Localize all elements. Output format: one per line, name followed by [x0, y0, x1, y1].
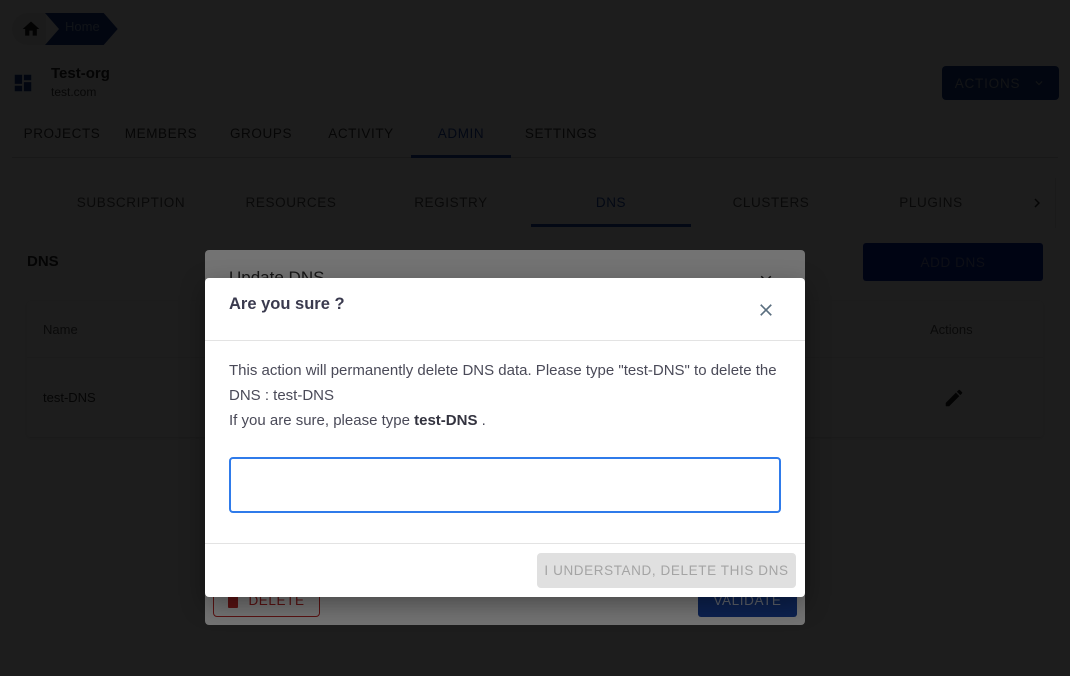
confirm-name: test-DNS: [414, 412, 478, 429]
dialog-message: This action will permanently delete DNS …: [229, 358, 781, 433]
dialog-header: Are you sure ?: [205, 278, 805, 341]
confirm-delete-dialog: Are you sure ? This action will permanen…: [205, 278, 805, 597]
dialog-title: Are you sure ?: [229, 295, 345, 313]
dialog-message-warning: This action will permanently delete DNS …: [229, 362, 777, 404]
instruction-prefix: If you are sure, please type: [229, 412, 415, 429]
dialog-body: This action will permanently delete DNS …: [205, 341, 805, 544]
close-icon[interactable]: [756, 300, 776, 320]
instruction-suffix: .: [477, 412, 486, 429]
confirm-delete-button[interactable]: I UNDERSTAND, DELETE THIS DNS: [537, 553, 796, 588]
dialog-message-instruction: If you are sure, please type test-DNS .: [229, 408, 781, 433]
dialog-footer: I UNDERSTAND, DELETE THIS DNS: [205, 544, 805, 596]
confirm-name-input[interactable]: [229, 457, 781, 513]
